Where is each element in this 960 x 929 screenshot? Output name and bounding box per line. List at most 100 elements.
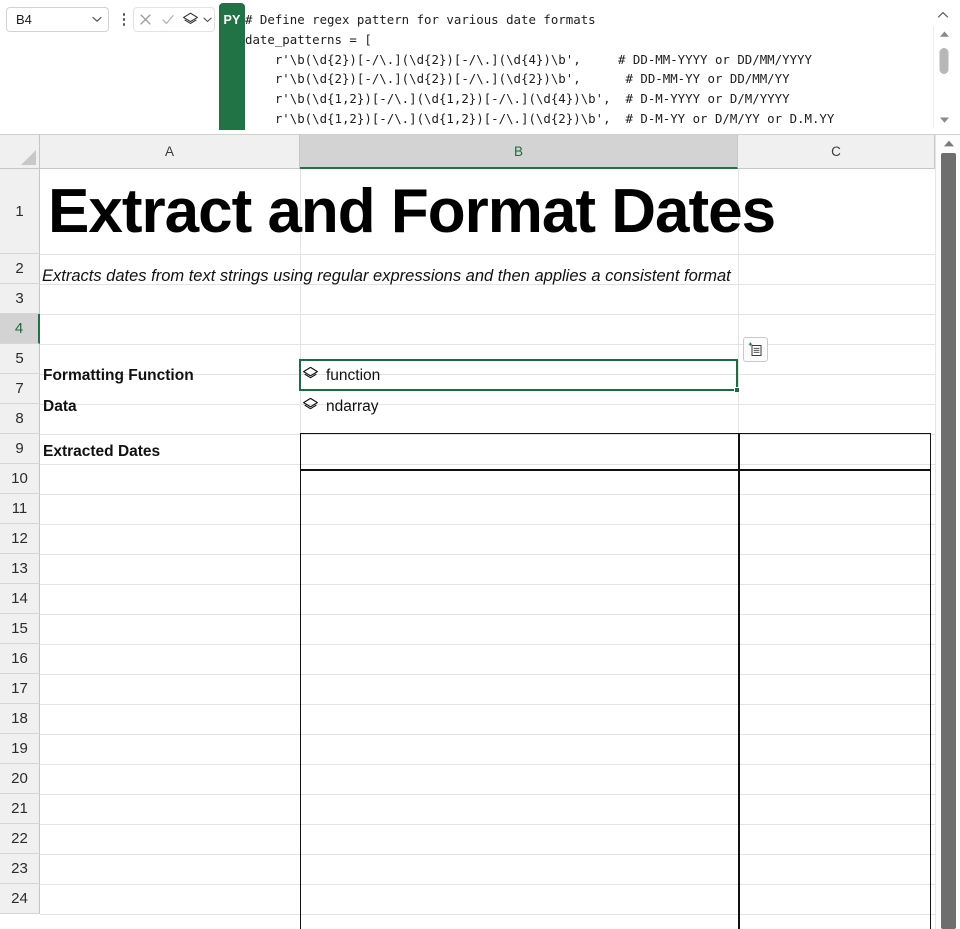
more-options-icon[interactable] (117, 8, 131, 31)
paste-options-icon[interactable] (743, 337, 768, 362)
row-header-17[interactable]: 17 (0, 674, 40, 704)
cell-a2-subtitle[interactable]: Extracts dates from text strings using r… (42, 262, 922, 290)
python-object-icon[interactable] (179, 8, 202, 31)
fill-handle[interactable] (734, 387, 740, 393)
row-header-16[interactable]: 16 (0, 644, 40, 674)
extracted-dates-table[interactable] (300, 433, 931, 929)
row-header-10[interactable]: 10 (0, 464, 40, 494)
row-header-label: 21 (11, 800, 28, 817)
row-header-3[interactable]: 3 (0, 284, 40, 314)
row-header-8[interactable]: 8 (0, 404, 40, 434)
row-header-label: 16 (11, 650, 28, 667)
row-header-23[interactable]: 23 (0, 854, 40, 884)
row-header-label: 18 (11, 710, 28, 727)
gridline-horizontal (40, 254, 935, 255)
row-header-label: 17 (11, 680, 28, 697)
row-header-18[interactable]: 18 (0, 704, 40, 734)
cell-b4-text: function (326, 367, 380, 385)
row-header-5[interactable]: 5 (0, 344, 40, 374)
formula-action-buttons (133, 7, 215, 32)
formula-code-editor[interactable]: # Define regex pattern for various date … (245, 0, 928, 135)
row-header-label: 9 (15, 440, 23, 457)
row-header-7[interactable]: 7 (0, 374, 40, 404)
cell-a5-label[interactable]: Data (43, 392, 77, 422)
cell-b1-title[interactable]: Extract and Format Dates (48, 175, 928, 247)
formula-bar-scrollbar[interactable] (933, 26, 954, 128)
row-header-label: 11 (12, 500, 28, 517)
column-header-b[interactable]: B (300, 135, 738, 169)
cell-b4-value[interactable]: function (302, 361, 380, 391)
column-header-a[interactable]: A (40, 135, 300, 169)
scrollbar-track[interactable] (934, 42, 954, 112)
formula-code-text: # Define regex pattern for various date … (245, 10, 928, 129)
row-header-label: 8 (15, 410, 23, 427)
cell-a7-label[interactable]: Extracted Dates (43, 437, 160, 467)
name-box-value: B4 (7, 12, 86, 27)
select-all-corner[interactable] (0, 135, 40, 169)
row-header-14[interactable]: 14 (0, 584, 40, 614)
row-header-label: 24 (11, 890, 28, 907)
row-header-11[interactable]: 11 (0, 494, 40, 524)
table-header-divider (301, 469, 930, 471)
row-header-label: 13 (11, 560, 28, 577)
row-header-label: 1 (15, 203, 23, 220)
chevron-down-icon[interactable] (202, 8, 214, 31)
cell-area[interactable]: Extract and Format Dates Extracts dates … (40, 169, 935, 929)
column-header-label: B (514, 144, 523, 159)
gridline-horizontal (40, 344, 935, 345)
row-header-13[interactable]: 13 (0, 554, 40, 584)
row-headers: 12345789101112131415161718192021222324 (0, 169, 40, 929)
row-header-label: 3 (15, 290, 23, 307)
column-header-label: C (831, 144, 841, 159)
row-header-21[interactable]: 21 (0, 794, 40, 824)
python-formula-badge: PY (219, 3, 245, 130)
row-header-19[interactable]: 19 (0, 734, 40, 764)
scrollbar-thumb[interactable] (940, 48, 949, 74)
python-object-icon (302, 366, 319, 387)
formula-bar-area: B4 PY # Define regex pattern for various… (0, 0, 960, 135)
row-header-label: 4 (15, 320, 23, 337)
row-header-label: 23 (11, 860, 28, 877)
cell-b5-value[interactable]: ndarray (302, 392, 379, 422)
row-header-label: 14 (11, 590, 28, 607)
row-header-label: 12 (11, 530, 28, 547)
row-header-label: 15 (11, 620, 28, 637)
column-headers: A B C (40, 135, 935, 169)
scroll-down-arrow-icon[interactable] (939, 112, 950, 128)
python-object-icon (302, 397, 319, 418)
scroll-up-arrow-icon[interactable] (936, 135, 960, 152)
row-header-9[interactable]: 9 (0, 434, 40, 464)
cell-a4-label[interactable]: Formatting Function (43, 361, 194, 391)
row-header-4[interactable]: 4 (0, 314, 40, 344)
table-column-divider (738, 434, 740, 929)
select-all-triangle-icon (21, 150, 36, 165)
row-header-label: 20 (11, 770, 28, 787)
row-header-2[interactable]: 2 (0, 254, 40, 284)
cancel-x-icon[interactable] (134, 8, 157, 31)
row-header-label: 22 (11, 830, 28, 847)
grid-vertical-scrollbar[interactable] (935, 135, 960, 929)
row-header-15[interactable]: 15 (0, 614, 40, 644)
worksheet-grid: ABC 123457891011121314151617181920212223… (0, 135, 960, 929)
row-header-24[interactable]: 24 (0, 884, 40, 914)
name-box[interactable]: B4 (6, 7, 109, 32)
row-header-20[interactable]: 20 (0, 764, 40, 794)
column-header-label: A (165, 144, 174, 159)
row-header-label: 7 (15, 380, 23, 397)
row-header-label: 5 (15, 350, 23, 367)
chevron-down-icon[interactable] (86, 8, 108, 31)
confirm-check-icon[interactable] (157, 8, 180, 31)
gridline-horizontal (40, 404, 935, 405)
chevron-up-icon[interactable] (933, 6, 953, 24)
row-header-label: 10 (11, 470, 28, 487)
column-header-c[interactable]: C (738, 135, 935, 169)
row-header-22[interactable]: 22 (0, 824, 40, 854)
scroll-up-arrow-icon[interactable] (939, 26, 950, 42)
gridline-horizontal (40, 314, 935, 315)
row-header-label: 19 (11, 740, 28, 757)
scrollbar-thumb[interactable] (941, 153, 956, 929)
row-header-label: 2 (15, 260, 23, 277)
row-header-1[interactable]: 1 (0, 169, 40, 254)
row-header-12[interactable]: 12 (0, 524, 40, 554)
cell-b5-text: ndarray (326, 398, 379, 416)
